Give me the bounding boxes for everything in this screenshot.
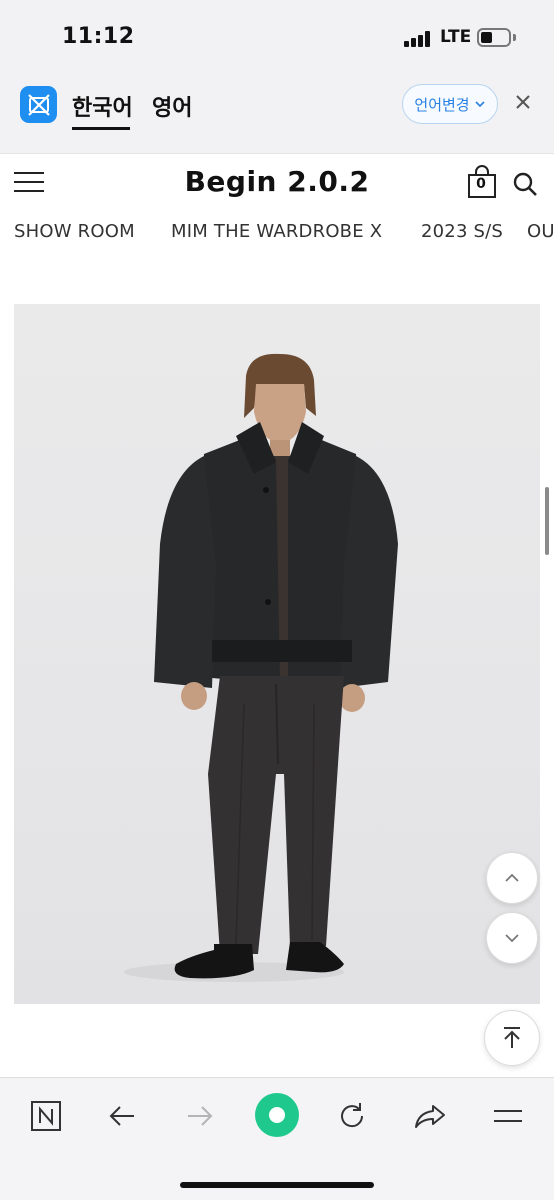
status-bar: 11:12 LTE (0, 0, 554, 74)
naver-n-icon (31, 1101, 61, 1131)
change-language-button[interactable]: 언어변경 (402, 84, 498, 124)
network-label: LTE (440, 27, 472, 47)
chevron-up-icon (505, 873, 519, 882)
battery-icon (477, 28, 511, 47)
home-indicator[interactable] (180, 1182, 374, 1188)
green-dot-button[interactable] (254, 1092, 300, 1138)
close-icon[interactable] (512, 91, 534, 113)
back-button[interactable] (102, 1096, 142, 1136)
language-tab-english[interactable]: 영어 (152, 90, 192, 122)
shopping-bag-icon[interactable]: 0 (466, 165, 498, 199)
green-dot-icon (255, 1093, 299, 1137)
signal-icon (404, 31, 434, 47)
battery-tip (513, 34, 516, 41)
change-language-label: 언어변경 (414, 95, 470, 114)
back-arrow-icon (109, 1106, 134, 1126)
menu-button[interactable] (488, 1096, 528, 1136)
scroll-down-button[interactable] (486, 912, 538, 964)
nav-item-ou[interactable]: OU (527, 221, 554, 242)
site-header: Begin 2.0.2 0 SHOW ROOM MIM THE WARDROBE… (0, 155, 554, 255)
refresh-icon (341, 1103, 364, 1128)
chevron-down-icon (505, 934, 519, 943)
refresh-button[interactable] (332, 1096, 372, 1136)
status-time: 11:12 (62, 24, 135, 49)
forward-button[interactable] (180, 1096, 220, 1136)
nav-item-show-room[interactable]: SHOW ROOM (14, 221, 135, 242)
naver-n-button[interactable] (26, 1096, 66, 1136)
scrollbar[interactable] (545, 487, 549, 555)
language-tab-korean[interactable]: 한국어 (72, 90, 133, 130)
scroll-up-button[interactable] (486, 852, 538, 904)
translate-logo-icon (20, 86, 57, 123)
menu-icon (494, 1110, 522, 1122)
forward-arrow-icon (188, 1106, 213, 1126)
chevron-down-icon (475, 101, 485, 108)
nav-item-mim-the-wardrobe[interactable]: MIM THE WARDROBE X (171, 221, 382, 242)
product-image[interactable] (14, 304, 540, 1004)
cart-count: 0 (476, 176, 486, 192)
arrow-to-top-icon (504, 1027, 520, 1048)
scroll-to-top-button[interactable] (484, 1010, 540, 1066)
translate-bar: 한국어 영어 언어변경 (0, 74, 554, 154)
search-icon[interactable] (511, 170, 539, 198)
nav-item-2023-ss[interactable]: 2023 S/S (421, 221, 503, 242)
share-button[interactable] (410, 1096, 450, 1136)
share-icon (415, 1105, 445, 1128)
